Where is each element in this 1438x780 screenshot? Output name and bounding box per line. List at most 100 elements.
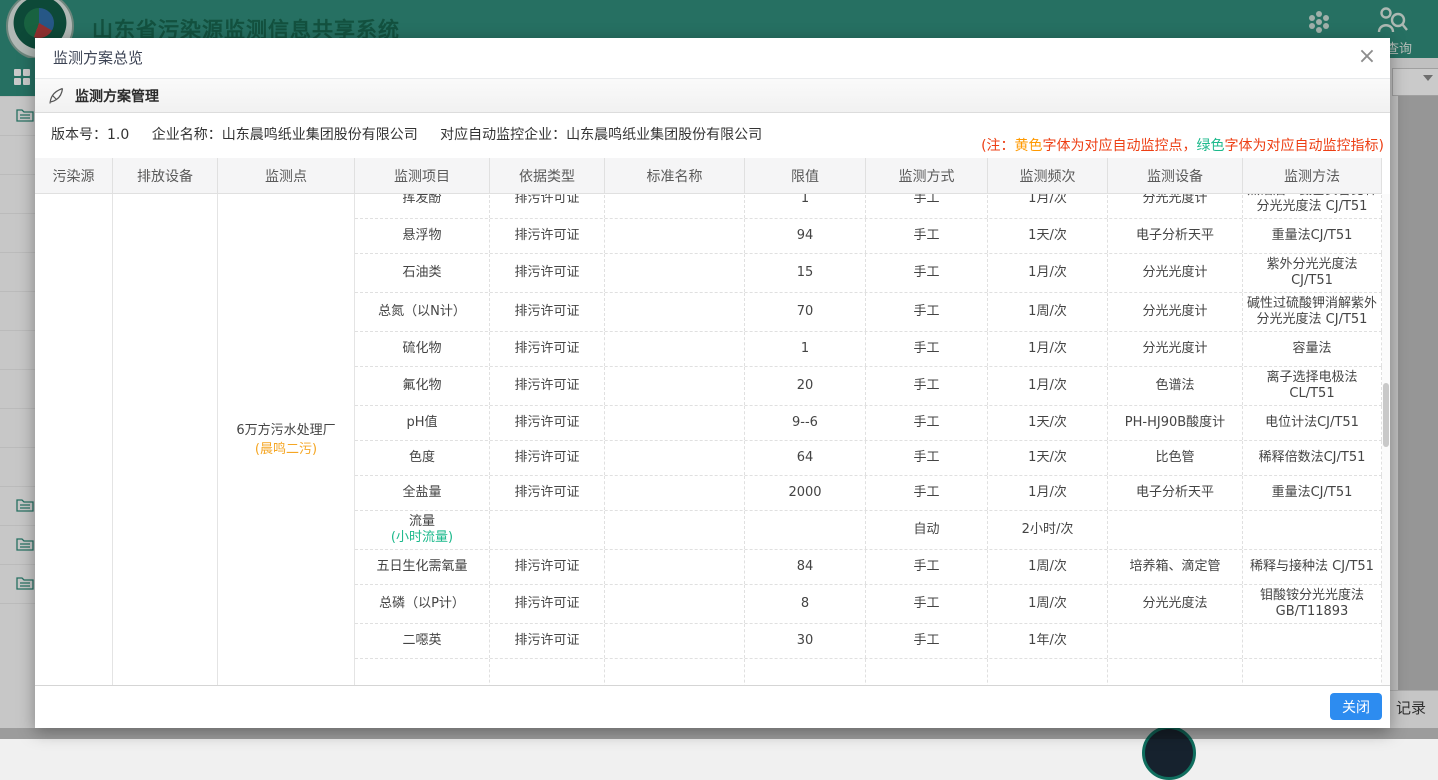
cell-monitor-mode: 自动 xyxy=(866,511,988,549)
note-yellow-word: 黄色 xyxy=(1015,138,1043,154)
close-icon[interactable]: × xyxy=(1354,44,1380,70)
cell-limit: 84 xyxy=(745,550,866,584)
cell-limit: 64 xyxy=(745,441,866,475)
modal-footer: 关闭 xyxy=(35,686,1390,730)
cell-monitor-device xyxy=(1108,511,1243,549)
rows-scroll-area: 挥发酚 排污许可证 1 手工 1月/次 分光光度计 蒸馏后4-氨基安替比林分光光… xyxy=(355,194,1382,685)
cell-monitor-item: 流量(小时流量) xyxy=(355,511,490,549)
cell-monitor-item: 挥发酚 xyxy=(355,194,490,218)
cell-standard-name xyxy=(605,441,745,475)
cell-monitor-mode: 手工 xyxy=(866,293,988,331)
cell-limit: 94 xyxy=(745,219,866,253)
table-row: 流量(小时流量) 自动 2小时/次 xyxy=(355,511,1382,550)
table-row: pH值 排污许可证 9--6 手工 1天/次 PH-HJ90B酸度计 电位计法C… xyxy=(355,406,1382,441)
merged-cell-pollution-source xyxy=(35,194,113,685)
cell-monitor-item: 色度 xyxy=(355,441,490,475)
cell-limit: 1 xyxy=(745,332,866,366)
cell-basis-type: 排污许可证 xyxy=(490,293,605,331)
table-row: 石油类 排污许可证 15 手工 1月/次 分光光度计 紫外分光光度法 CJ/T5… xyxy=(355,254,1382,293)
cell-monitor-frequency: 1年/次 xyxy=(988,624,1108,658)
cell-monitor-item: 石油类 xyxy=(355,254,490,292)
cell-monitor-method: 紫外分光光度法 CJ/T51 xyxy=(1243,254,1382,292)
cell-limit: 8 xyxy=(745,585,866,623)
modal-header: 监测方案总览 × xyxy=(35,38,1390,79)
cell-monitor-item: 二噁英 xyxy=(355,624,490,658)
section-title: 监测方案管理 xyxy=(75,86,159,106)
version-label: 版本号： xyxy=(51,127,107,143)
cell-basis-type: 排污许可证 xyxy=(490,254,605,292)
cell-monitor-mode: 手工 xyxy=(866,441,988,475)
cell-limit: 9--6 xyxy=(745,406,866,440)
cell-monitor-device: 培养箱、滴定管 xyxy=(1108,550,1243,584)
cell-monitor-device xyxy=(1108,624,1243,658)
cell-standard-name xyxy=(605,367,745,405)
monitor-point-name: 6万方污水处理厂 xyxy=(236,421,335,440)
cell-limit: 70 xyxy=(745,293,866,331)
cell-basis-type: 排污许可证 xyxy=(490,441,605,475)
cell-limit xyxy=(745,659,866,685)
cell-basis-type xyxy=(490,511,605,549)
cell-monitor-item xyxy=(355,659,490,685)
rows-container: 挥发酚 排污许可证 1 手工 1月/次 分光光度计 蒸馏后4-氨基安替比林分光光… xyxy=(355,194,1382,675)
table-row: 氟化物 排污许可证 20 手工 1月/次 色谱法 离子选择电极法 CL/T51 xyxy=(355,367,1382,406)
table-row: 挥发酚 排污许可证 1 手工 1月/次 分光光度计 蒸馏后4-氨基安替比林分光光… xyxy=(355,194,1382,219)
cell-monitor-frequency: 1月/次 xyxy=(988,367,1108,405)
cell-monitor-device: 分光光度法 xyxy=(1108,585,1243,623)
header-pollution-source: 污染源 xyxy=(35,158,113,193)
cell-monitor-item: 氟化物 xyxy=(355,367,490,405)
cell-limit xyxy=(745,511,866,549)
cell-basis-type: 排污许可证 xyxy=(490,476,605,510)
cell-basis-type: 排污许可证 xyxy=(490,585,605,623)
cell-monitor-device: 分光光度计 xyxy=(1108,332,1243,366)
cell-monitor-frequency: 2小时/次 xyxy=(988,511,1108,549)
cell-monitor-item: 全盐量 xyxy=(355,476,490,510)
header-limit: 限值 xyxy=(745,158,866,193)
cell-standard-name xyxy=(605,332,745,366)
pen-icon xyxy=(49,87,65,105)
monitoring-plan-modal: 监测方案总览 × 监测方案管理 版本号：1.0 企业名称：山东晨鸣纸业集团股份有… xyxy=(35,38,1390,728)
table-row: 硫化物 排污许可证 1 手工 1月/次 分光光度计 容量法 xyxy=(355,332,1382,367)
auto-company-label: 对应自动监控企业： xyxy=(440,127,566,143)
scrollbar-thumb[interactable] xyxy=(1383,383,1389,447)
table-row: 总磷（以P计） 排污许可证 8 手工 1周/次 分光光度法 钼酸铵分光光度法 G… xyxy=(355,585,1382,624)
cell-monitor-item: 总磷（以P计） xyxy=(355,585,490,623)
close-button[interactable]: 关闭 xyxy=(1330,693,1382,720)
cell-standard-name xyxy=(605,624,745,658)
header-monitor-method: 监测方法 xyxy=(1243,158,1382,193)
cell-standard-name xyxy=(605,406,745,440)
cell-monitor-mode xyxy=(866,659,988,685)
cell-basis-type: 排污许可证 xyxy=(490,194,605,218)
cell-limit: 15 xyxy=(745,254,866,292)
cell-monitor-mode: 手工 xyxy=(866,332,988,366)
cell-monitor-method xyxy=(1243,624,1382,658)
cell-monitor-device: 电子分析天平 xyxy=(1108,476,1243,510)
cell-monitor-frequency: 1月/次 xyxy=(988,476,1108,510)
cell-monitor-device: 比色管 xyxy=(1108,441,1243,475)
cell-monitor-mode: 手工 xyxy=(866,254,988,292)
cell-monitor-item: pH值 xyxy=(355,406,490,440)
header-monitor-device: 监测设备 xyxy=(1108,158,1243,193)
version-value: 1.0 xyxy=(107,127,129,143)
cell-monitor-method xyxy=(1243,511,1382,549)
section-bar: 监测方案管理 xyxy=(35,79,1390,113)
cell-monitor-method: 钼酸铵分光光度法 GB/T11893 xyxy=(1243,585,1382,623)
cell-monitor-mode: 手工 xyxy=(866,550,988,584)
cell-monitor-frequency: 1周/次 xyxy=(988,293,1108,331)
header-basis-type: 依据类型 xyxy=(490,158,605,193)
header-monitor-point: 监测点 xyxy=(218,158,355,193)
company-label: 企业名称： xyxy=(152,127,222,143)
cell-monitor-method: 重量法CJ/T51 xyxy=(1243,219,1382,253)
cell-standard-name xyxy=(605,254,745,292)
cell-standard-name xyxy=(605,550,745,584)
cell-monitor-mode: 手工 xyxy=(866,194,988,218)
cell-monitor-device: 色谱法 xyxy=(1108,367,1243,405)
merged-cell-monitor-point: 6万方污水处理厂 (晨鸣二污) xyxy=(218,194,355,685)
cell-monitor-mode: 手工 xyxy=(866,406,988,440)
cell-monitor-device: PH-HJ90B酸度计 xyxy=(1108,406,1243,440)
cell-standard-name xyxy=(605,511,745,549)
cell-basis-type: 排污许可证 xyxy=(490,367,605,405)
cell-monitor-frequency: 1天/次 xyxy=(988,441,1108,475)
cell-monitor-method: 容量法 xyxy=(1243,332,1382,366)
cell-monitor-method: 碱性过硫酸钾消解紫外分光光度法 CJ/T51 xyxy=(1243,293,1382,331)
cell-monitor-method: 稀释倍数法CJ/T51 xyxy=(1243,441,1382,475)
